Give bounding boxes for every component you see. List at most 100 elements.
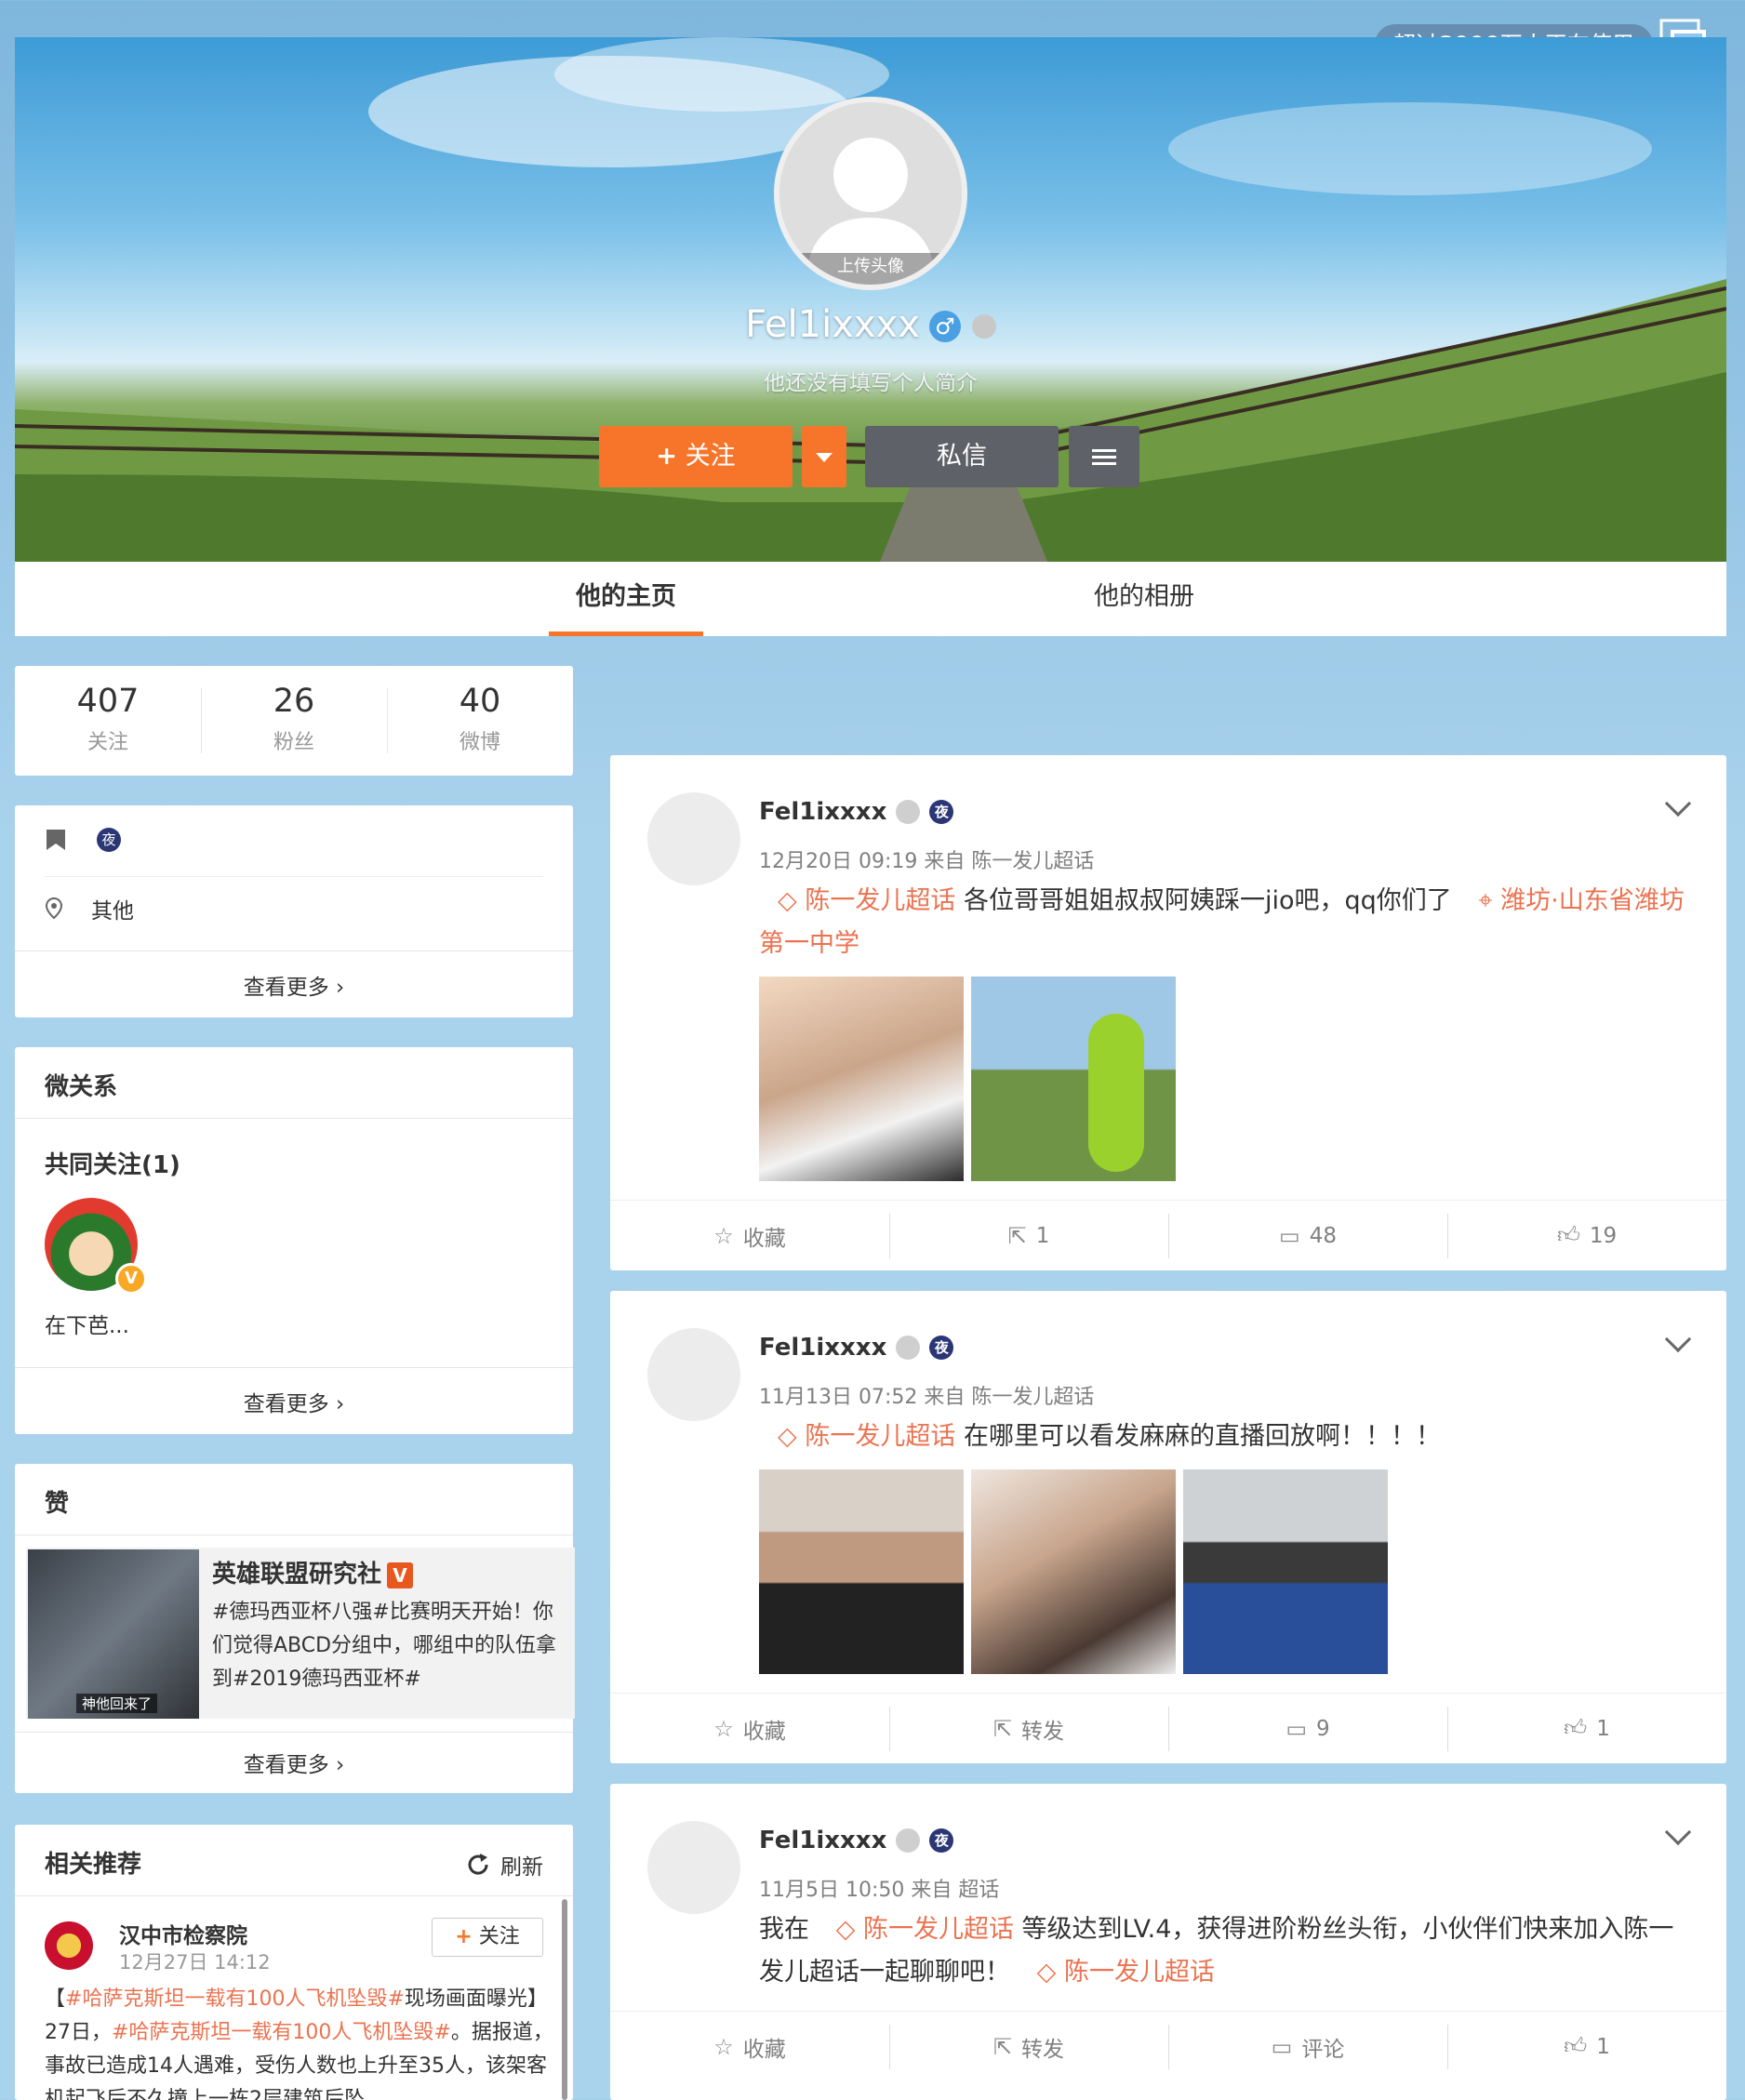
post-menu-chevron-icon[interactable] [1664, 1818, 1692, 1846]
see-more-label: 查看更多 [243, 1753, 329, 1777]
location-pin-icon [45, 897, 63, 920]
follow-button[interactable]: + 关注 [599, 426, 793, 487]
tab-album[interactable]: 他的相册 [1070, 562, 1219, 636]
like-button[interactable]: 👍︎ 1 [1447, 1694, 1726, 1763]
badges-row: 夜 [45, 828, 121, 852]
divider [15, 1367, 573, 1368]
action-label: 转发 [1021, 2037, 1065, 2062]
see-more-likes[interactable]: 查看更多 › [15, 1747, 573, 1778]
message-button[interactable]: 私信 [865, 426, 1059, 487]
favorite-button[interactable]: ☆ 收藏 [610, 1201, 889, 1270]
liked-post-image[interactable]: 神他回来了 [28, 1549, 199, 1719]
member-crown-icon[interactable] [896, 1336, 921, 1360]
follow-label: 关注 [685, 442, 736, 471]
recommend-follow-button[interactable]: + 关注 [432, 1918, 543, 1957]
profile-page: 超过8000万人正在使用 [0, 0, 1745, 2100]
post-image[interactable] [759, 1469, 964, 1674]
thumbs-up-icon: 👍︎ [1556, 1222, 1580, 1248]
post-menu-chevron-icon[interactable] [1664, 1325, 1692, 1353]
repost-button[interactable]: ⇱ 转发 [889, 2012, 1168, 2081]
recommend-text: 【#哈萨克斯坦一载有100人飞机坠毁#现场画面曝光】27日，#哈萨克斯坦一载有1… [45, 1983, 554, 2100]
refresh-label: 刷新 [500, 1855, 543, 1880]
share-icon: ⇱ [992, 1715, 1013, 1742]
repost-button[interactable]: ⇱ 转发 [889, 1694, 1168, 1763]
see-more-info[interactable]: 查看更多 › [15, 969, 573, 1001]
supertopic-link[interactable]: ◇ 陈一发儿超话 [809, 1915, 1022, 1944]
profile-avatar[interactable]: 上传头像 [774, 97, 967, 290]
post-menu-chevron-icon[interactable] [1664, 790, 1692, 817]
feed-post: Fel1ixxxx 夜 12月20日 09:19 来自 陈一发儿超话 ◇ 陈一发… [610, 755, 1726, 1270]
liked-post-text: #德玛西亚杯八强#比赛明天开始！你们觉得ABCD分组中，哪组中的队伍拿到#201… [212, 1601, 557, 1691]
post-image[interactable] [1183, 1469, 1388, 1674]
ye-badge-icon[interactable]: 夜 [929, 800, 954, 824]
see-more-label: 查看更多 [243, 1392, 329, 1416]
supertopic-link[interactable]: ◇ 陈一发儿超话 [759, 886, 964, 915]
stat-following[interactable]: 407 关注 [15, 683, 201, 755]
comment-icon: ▭ [1285, 1715, 1308, 1742]
star-icon: ☆ [713, 1715, 734, 1742]
text-part: 【 [45, 1987, 66, 2011]
like-button[interactable]: 👍︎ 1 [1447, 2012, 1726, 2081]
like-button[interactable]: 👍︎ 19 [1447, 1201, 1726, 1270]
hashtag-link[interactable]: #哈萨克斯坦一载有100人飞机坠毁# [112, 2021, 451, 2044]
post-avatar[interactable] [647, 1328, 740, 1421]
scrollbar[interactable] [562, 1899, 567, 2100]
liked-post-author[interactable]: 英雄联盟研究社 V [212, 1555, 414, 1589]
location-text: 其他 [91, 899, 134, 924]
comment-button[interactable]: ▭ 评论 [1168, 2012, 1447, 2081]
repost-button[interactable]: ⇱ 1 [889, 1201, 1168, 1270]
post-avatar[interactable] [647, 1821, 740, 1914]
verified-v-icon: V [387, 1562, 414, 1588]
ye-badge-icon[interactable]: 夜 [929, 1336, 954, 1360]
member-crown-icon[interactable] [971, 314, 996, 339]
chevron-right-icon: › [336, 976, 345, 1000]
refresh-button[interactable]: 刷新 [465, 1849, 543, 1881]
diamond-icon: ◇ [778, 1422, 797, 1451]
share-icon: ⇱ [992, 2033, 1013, 2060]
favorite-button[interactable]: ☆ 收藏 [610, 2012, 889, 2081]
action-label: 19 [1589, 1223, 1618, 1248]
hashtag-link[interactable]: #哈萨克斯坦一载有100人飞机坠毁# [65, 1987, 405, 2011]
ye-badge-icon[interactable]: 夜 [97, 828, 121, 852]
chevron-right-icon: › [336, 1753, 345, 1777]
follow-dropdown-button[interactable] [802, 426, 846, 487]
location-pin-icon: ⌖ [1478, 886, 1493, 915]
post-author-row: Fel1ixxxx 夜 [759, 798, 954, 826]
recommend-avatar[interactable] [45, 1921, 93, 1970]
action-label: 1 [1596, 1716, 1610, 1741]
post-image[interactable] [971, 1469, 1176, 1674]
upload-avatar-label[interactable]: 上传头像 [779, 253, 962, 285]
member-crown-icon[interactable] [896, 1828, 921, 1853]
action-label: 收藏 [742, 2037, 786, 2062]
supertopic-link[interactable]: ◇ 陈一发儿超话 [1010, 1958, 1215, 1987]
member-crown-icon[interactable] [896, 800, 921, 824]
post-author-name[interactable]: Fel1ixxxx [759, 1334, 886, 1362]
supertopic-link[interactable]: ◇ 陈一发儿超话 [759, 1422, 964, 1451]
post-avatar[interactable] [647, 792, 740, 885]
post-author-row: Fel1ixxxx 夜 [759, 1334, 954, 1362]
diamond-icon: ◇ [835, 1915, 856, 1944]
thumbs-up-icon: 👍︎ [1564, 1715, 1588, 1741]
common-follow-name[interactable]: 在下芭... [45, 1308, 129, 1339]
post-actions: ☆ 收藏 ⇱ 1 ▭ 48 👍︎ 19 [610, 1200, 1726, 1270]
image-figure [1088, 1014, 1144, 1172]
stat-followers[interactable]: 26 粉丝 [201, 683, 387, 755]
post-image[interactable] [759, 977, 964, 1181]
recommend-name[interactable]: 汉中市检察院 [119, 1918, 247, 1949]
favorite-button[interactable]: ☆ 收藏 [610, 1694, 889, 1763]
post-author-name[interactable]: Fel1ixxxx [759, 1827, 886, 1854]
see-more-micro[interactable]: 查看更多 › [15, 1386, 573, 1417]
post-author-name[interactable]: Fel1ixxxx [759, 798, 886, 826]
post-image[interactable] [971, 977, 1176, 1181]
post-actions: ☆ 收藏 ⇱ 转发 ▭ 评论 👍︎ 1 [610, 2011, 1726, 2081]
stat-posts[interactable]: 40 微博 [387, 683, 573, 755]
topic-label: 陈一发儿超话 [805, 886, 956, 915]
stat-label: 关注 [87, 731, 128, 754]
ye-badge-icon[interactable]: 夜 [929, 1828, 954, 1853]
comment-button[interactable]: ▭ 9 [1168, 1694, 1447, 1763]
comment-button[interactable]: ▭ 48 [1168, 1201, 1447, 1270]
feed-post: Fel1ixxxx 夜 11月13日 07:52 来自 陈一发儿超话 ◇ 陈一发… [610, 1291, 1726, 1763]
more-menu-button[interactable] [1069, 426, 1139, 487]
topic-label: 陈一发儿超话 [862, 1915, 1014, 1944]
tab-home[interactable]: 他的主页 [549, 562, 703, 636]
